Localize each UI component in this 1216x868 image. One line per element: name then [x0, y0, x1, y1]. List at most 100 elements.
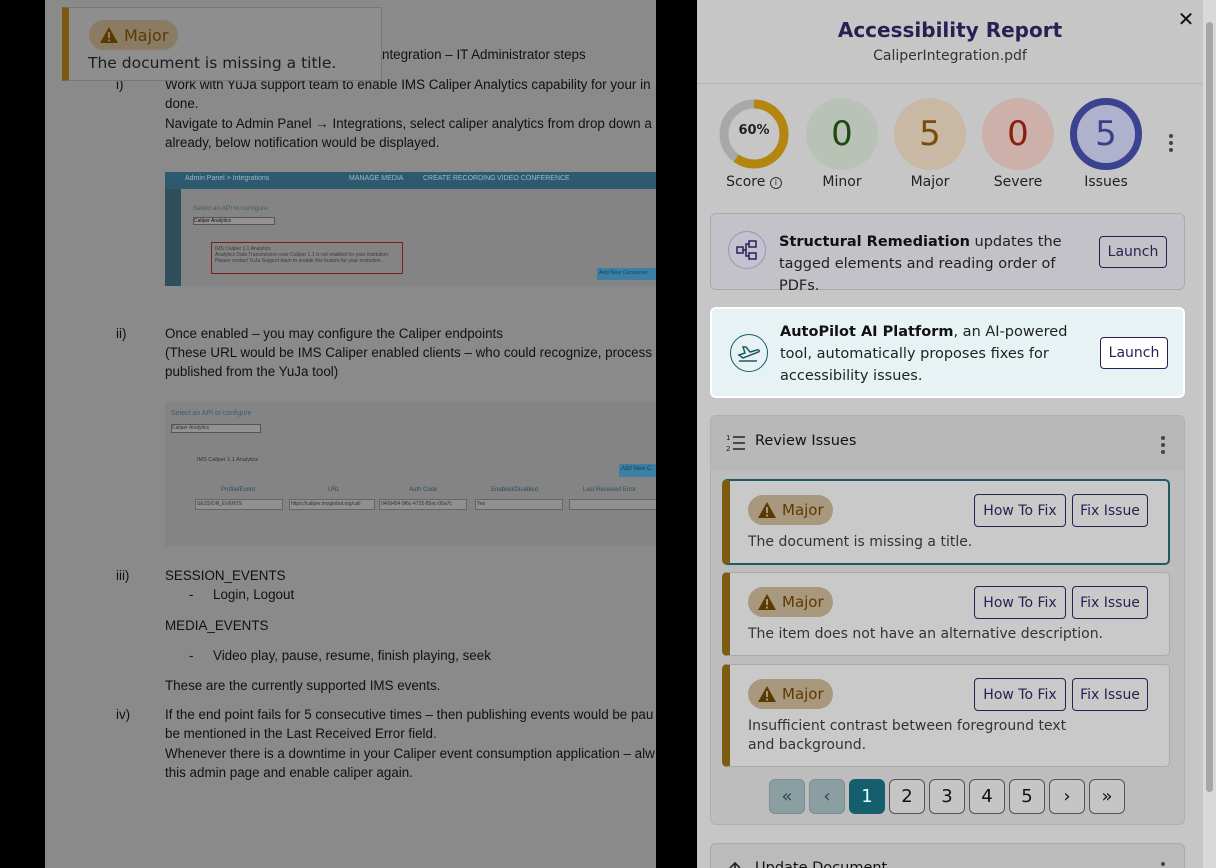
structural-launch-button[interactable]: Launch — [1099, 236, 1167, 268]
structure-tree-icon — [728, 231, 766, 269]
update-document-section[interactable]: Update Document — [710, 843, 1185, 868]
info-icon[interactable]: i — [769, 177, 782, 189]
doc-line: Navigate to Admin Panel → Integrations, … — [165, 116, 652, 131]
page-4-button[interactable]: 4 — [969, 779, 1005, 814]
review-issues-title: Review Issues — [755, 433, 857, 449]
shot-select-label: Select an API to configure — [193, 205, 268, 212]
severity-badge: Major — [89, 20, 179, 50]
score-stat: 60% Score i — [717, 98, 791, 190]
numbered-list-icon: 1 2 — [726, 434, 745, 453]
issue-highlight-tooltip: Major The document is missing a title. — [62, 7, 382, 81]
issue-description: The document is missing a title. — [748, 534, 973, 550]
shot-select: Caliper Analytics — [171, 424, 261, 433]
scrollbar-thumb[interactable] — [1206, 22, 1213, 792]
major-label: Major — [910, 174, 950, 190]
score-percent: 60% — [738, 123, 770, 138]
review-menu-icon[interactable] — [1160, 436, 1166, 454]
report-menu-icon[interactable] — [1168, 134, 1174, 152]
issue-card[interactable]: Major How To Fix Fix Issue The document … — [722, 479, 1170, 565]
accessibility-report-panel: ✕ Accessibility Report CaliperIntegratio… — [697, 0, 1203, 868]
doc-line: Once enabled – you may configure the Cal… — [165, 326, 503, 341]
how-to-fix-button[interactable]: How To Fix — [974, 494, 1066, 527]
shot-section: IMS Caliper 1.1 Analytics — [197, 457, 259, 463]
review-issues-header: 1 2 Review Issues — [711, 416, 1184, 471]
doc-screenshot-caliper-config: Select an API to configure Caliper Analy… — [165, 402, 656, 546]
fix-issue-button[interactable]: Fix Issue — [1072, 678, 1148, 711]
autopilot-description: AutoPilot AI Platform, an AI-powered too… — [780, 324, 1068, 384]
fix-issue-button[interactable]: Fix Issue — [1072, 494, 1148, 527]
prev-page-button[interactable]: ‹ — [809, 779, 845, 814]
doc-line: Login, Logout — [213, 587, 295, 602]
doc-line: These are the currently supported IMS ev… — [165, 678, 441, 693]
review-issues-section: 1 2 Review Issues Major How To Fix Fix I… — [710, 415, 1185, 825]
minor-label: Minor — [822, 174, 862, 190]
shot-warning: IMS Caliper 1.1 Analytics Analytics Data… — [211, 242, 403, 274]
severity-badge: Major — [748, 495, 833, 525]
severe-stat: 0 Severe — [981, 98, 1055, 190]
doc-line: MEDIA_EVENTS — [165, 618, 269, 633]
next-page-button[interactable]: › — [1049, 779, 1085, 814]
item-number-iii: iii) — [116, 568, 130, 583]
fix-issue-button[interactable]: Fix Issue — [1072, 586, 1148, 619]
issue-card[interactable]: Major How To Fix Fix Issue The item does… — [722, 572, 1170, 656]
svg-text:1: 1 — [726, 434, 730, 442]
shot-tab: MANAGE MEDIA — [349, 175, 404, 182]
page-1-button[interactable]: 1 — [849, 779, 885, 814]
major-stat: 5 Major — [893, 98, 967, 190]
doc-line: done. — [165, 96, 199, 111]
page-3-button[interactable]: 3 — [929, 779, 965, 814]
shot-add-button: Add New Consumer — [597, 268, 656, 280]
severe-label: Severe — [993, 174, 1043, 190]
score-donut: 60% — [718, 98, 790, 170]
panel-scrollbar[interactable] — [1203, 0, 1216, 868]
shot-select-label: Select an API to configure — [171, 410, 252, 417]
structural-remediation-card: Structural Remediation updates the tagge… — [710, 213, 1185, 294]
doc-line: already, below notification would be dis… — [165, 135, 440, 150]
update-document-title: Update Document — [755, 860, 888, 868]
shot-breadcrumb: Admin Panel > Integrations — [185, 175, 270, 182]
issue-card[interactable]: Major How To Fix Fix Issue Insufficient … — [722, 664, 1170, 767]
doc-line: Video play, pause, resume, finish playin… — [213, 648, 491, 663]
warning-icon — [758, 594, 776, 610]
item-number-ii: ii) — [116, 326, 127, 341]
doc-line: If the end point fails for 5 consecutive… — [165, 707, 654, 722]
warning-icon — [100, 27, 118, 43]
shot-tab: CREATE RECORDING — [423, 175, 496, 182]
how-to-fix-button[interactable]: How To Fix — [974, 678, 1066, 711]
doc-line: SESSION_EVENTS — [165, 568, 286, 583]
structural-description: Structural Remediation updates the tagge… — [779, 234, 1062, 294]
doc-line: (These URL would be IMS Caliper enabled … — [165, 345, 656, 360]
issues-stat: 5 Issues — [1069, 98, 1143, 190]
svg-text:2: 2 — [726, 445, 730, 453]
shot-tab: VIDEO CONFERENCE — [497, 175, 570, 182]
doc-screenshot-admin-panel: Admin Panel > Integrations MANAGE MEDIA … — [165, 172, 656, 286]
warning-icon — [758, 502, 776, 518]
page-2-button[interactable]: 2 — [889, 779, 925, 814]
panel-gutter — [656, 0, 697, 868]
issue-description: The item does not have an alternative de… — [748, 626, 1104, 642]
autopilot-card: AutoPilot AI Platform, an AI-powered too… — [710, 307, 1185, 398]
first-page-button[interactable]: « — [769, 779, 805, 814]
score-label: Score — [726, 174, 766, 190]
autopilot-launch-button[interactable]: Launch — [1100, 337, 1168, 369]
minor-stat: 0 Minor — [805, 98, 879, 190]
upload-icon — [729, 861, 741, 868]
divider — [697, 83, 1203, 84]
how-to-fix-button[interactable]: How To Fix — [974, 586, 1066, 619]
shot-rail — [165, 189, 181, 286]
issues-count: 5 — [1070, 98, 1142, 170]
severe-count: 0 — [982, 98, 1054, 170]
doc-heading-fragment: ntegration – IT Administrator steps — [382, 47, 586, 62]
update-menu-icon[interactable] — [1160, 862, 1166, 868]
issue-description: Insufficient contrast between foreground… — [748, 718, 1067, 753]
last-page-button[interactable]: » — [1089, 779, 1125, 814]
document-viewer: ntegration – IT Administrator steps i) W… — [45, 0, 656, 868]
severity-badge: Major — [748, 587, 833, 617]
page-5-button[interactable]: 5 — [1009, 779, 1045, 814]
shot-select: Caliper Analytics — [193, 217, 275, 225]
shot-add-button: Add New C — [619, 464, 656, 477]
doc-line: this admin page and enable caliper again… — [165, 765, 413, 780]
doc-line: be mentioned in the Last Received Error … — [165, 726, 437, 741]
minor-count: 0 — [806, 98, 878, 170]
panel-title: Accessibility Report — [837, 18, 1063, 42]
